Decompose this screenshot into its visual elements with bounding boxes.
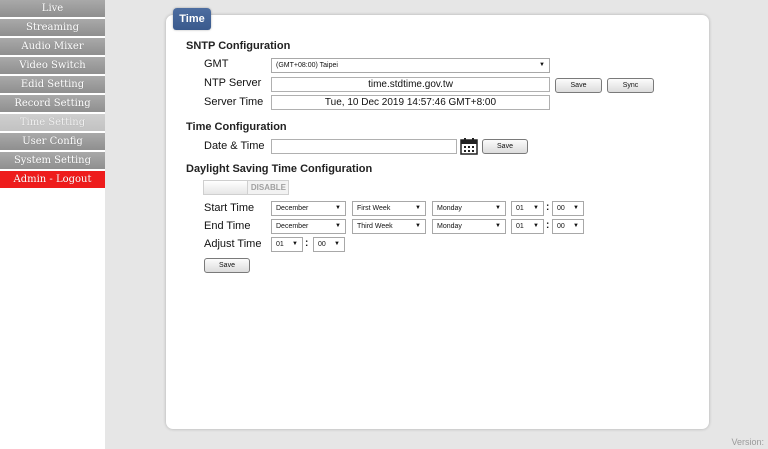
- start-week-select[interactable]: First Week ▼: [352, 201, 426, 216]
- end-time-colon: :: [546, 220, 550, 231]
- chevron-down-icon: ▼: [415, 223, 421, 229]
- adjust-hour-value: 01: [276, 241, 284, 248]
- end-time-label: End Time: [204, 220, 251, 232]
- date-time-label: Date & Time: [204, 140, 265, 152]
- server-time-display: Tue, 10 Dec 2019 14:57:46 GMT+8:00: [271, 95, 550, 110]
- chevron-down-icon: ▼: [533, 223, 539, 229]
- dst-toggle[interactable]: DISABLE: [203, 180, 289, 195]
- chevron-down-icon: ▼: [335, 223, 341, 229]
- start-month-select[interactable]: December ▼: [271, 201, 346, 216]
- sidebar-item-streaming[interactable]: Streaming: [0, 19, 105, 37]
- calendar-icon[interactable]: [460, 137, 478, 155]
- sync-button[interactable]: Sync: [607, 78, 654, 93]
- end-minute-value: 00: [557, 223, 565, 230]
- sidebar: Live Streaming Audio Mixer Video Switch …: [0, 0, 105, 449]
- chevron-down-icon: ▼: [335, 205, 341, 211]
- server-time-label: Server Time: [204, 96, 264, 108]
- chevron-down-icon: ▼: [533, 205, 539, 211]
- chevron-down-icon: ▼: [495, 205, 501, 211]
- adjust-time-label: Adjust Time: [204, 238, 262, 250]
- panel-title-tab: Time: [173, 8, 211, 30]
- start-time-colon: :: [546, 202, 550, 213]
- end-hour-select[interactable]: 01 ▼: [511, 219, 544, 234]
- sidebar-item-video-switch[interactable]: Video Switch: [0, 57, 105, 75]
- end-day-select[interactable]: Monday ▼: [432, 219, 506, 234]
- end-week-value: Third Week: [357, 223, 393, 230]
- date-time-input[interactable]: [271, 139, 457, 154]
- sidebar-item-system-setting[interactable]: System Setting: [0, 152, 105, 170]
- version-label: Version:: [731, 437, 764, 447]
- ntp-server-label: NTP Server: [204, 77, 262, 89]
- start-minute-select[interactable]: 00 ▼: [552, 201, 584, 216]
- start-week-value: First Week: [357, 205, 391, 212]
- sidebar-item-edid-setting[interactable]: Edid Setting: [0, 76, 105, 94]
- chevron-down-icon: ▼: [334, 241, 340, 247]
- gmt-select-value: (GMT+08:00) Taipei: [276, 62, 338, 69]
- end-hour-value: 01: [516, 223, 524, 230]
- ntp-server-input[interactable]: time.stdtime.gov.tw: [271, 77, 550, 92]
- chevron-down-icon: ▼: [573, 205, 579, 211]
- start-time-label: Start Time: [204, 202, 255, 214]
- start-month-value: December: [276, 205, 309, 212]
- gmt-label: GMT: [204, 58, 229, 70]
- chevron-down-icon: ▼: [292, 241, 298, 247]
- toggle-knob: [204, 181, 248, 194]
- end-day-value: Monday: [437, 223, 462, 230]
- sidebar-item-time-setting[interactable]: Time Setting: [0, 114, 105, 132]
- time-config-save-button[interactable]: Save: [482, 139, 528, 154]
- chevron-down-icon: ▼: [415, 205, 421, 211]
- dst-toggle-label: DISABLE: [250, 183, 286, 192]
- sntp-save-button[interactable]: Save: [555, 78, 602, 93]
- end-week-select[interactable]: Third Week ▼: [352, 219, 426, 234]
- adjust-time-colon: :: [305, 238, 309, 249]
- chevron-down-icon: ▼: [539, 62, 545, 68]
- sidebar-item-user-config[interactable]: User Config: [0, 133, 105, 151]
- sntp-section-title: SNTP Configuration: [186, 40, 291, 52]
- start-day-select[interactable]: Monday ▼: [432, 201, 506, 216]
- sidebar-item-admin-logout[interactable]: Admin - Logout: [0, 171, 105, 189]
- start-minute-value: 00: [557, 205, 565, 212]
- dst-save-button[interactable]: Save: [204, 258, 250, 273]
- gmt-select[interactable]: (GMT+08:00) Taipei ▼: [271, 58, 550, 73]
- adjust-minute-select[interactable]: 00 ▼: [313, 237, 345, 252]
- chevron-down-icon: ▼: [495, 223, 501, 229]
- start-hour-select[interactable]: 01 ▼: [511, 201, 544, 216]
- adjust-minute-value: 00: [318, 241, 326, 248]
- chevron-down-icon: ▼: [573, 223, 579, 229]
- end-minute-select[interactable]: 00 ▼: [552, 219, 584, 234]
- sidebar-item-live[interactable]: Live: [0, 0, 105, 18]
- end-month-value: December: [276, 223, 309, 230]
- sidebar-item-record-setting[interactable]: Record Setting: [0, 95, 105, 113]
- dst-section-title: Daylight Saving Time Configuration: [186, 163, 373, 175]
- start-hour-value: 01: [516, 205, 524, 212]
- sidebar-item-audio-mixer[interactable]: Audio Mixer: [0, 38, 105, 56]
- time-config-section-title: Time Configuration: [186, 121, 287, 133]
- start-day-value: Monday: [437, 205, 462, 212]
- adjust-hour-select[interactable]: 01 ▼: [271, 237, 303, 252]
- end-month-select[interactable]: December ▼: [271, 219, 346, 234]
